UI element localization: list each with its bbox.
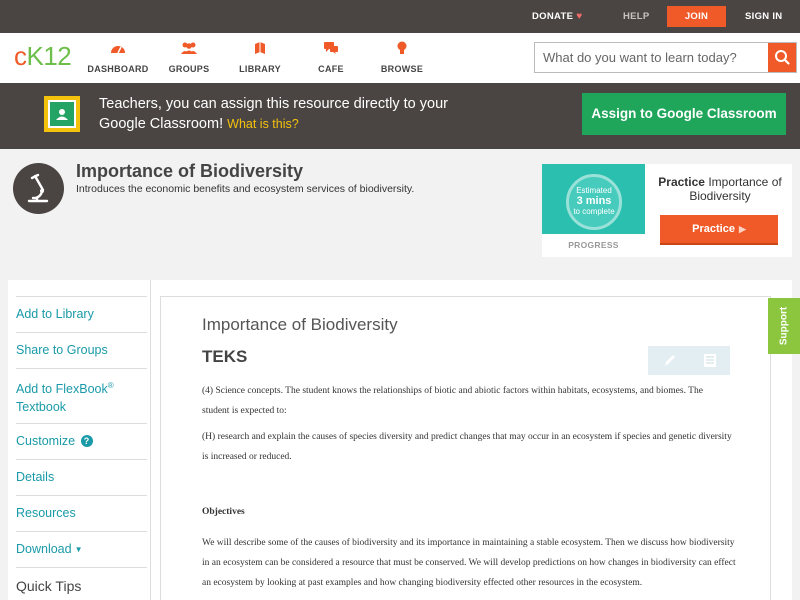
document-title: Importance of Biodiversity [202, 315, 398, 334]
teacher-message: Teachers, you can assign this resource d… [99, 96, 448, 132]
sidebar-divider [16, 296, 147, 297]
ck12-logo[interactable]: cK12 [14, 42, 72, 70]
groups-icon [181, 42, 197, 54]
teks-paragraph-4: (4) Science concepts. The student knows … [202, 386, 703, 416]
objectives-paragraph: We will describe some of the causes of b… [202, 538, 736, 588]
search-button[interactable] [768, 43, 796, 72]
progress-label: PROGRESS [568, 240, 619, 250]
practice-title: Practice Importance of Biodiversity [658, 175, 782, 203]
sign-in-link[interactable]: SIGN IN [745, 0, 782, 33]
google-classroom-icon [44, 96, 80, 132]
sidebar-item-download[interactable]: Download ▼ [16, 540, 147, 559]
quick-tips-heading[interactable]: Quick Tips [16, 577, 147, 595]
support-tab[interactable]: Support [768, 298, 800, 354]
practice-card: Estimated 3 mins to complete PROGRESS Pr… [542, 164, 792, 257]
sidebar-item-add-to-flexbook[interactable]: Add to FlexBook® Textbook [16, 377, 147, 416]
dashboard-icon [111, 46, 125, 54]
help-link[interactable]: HELP [623, 0, 650, 33]
chevron-right-icon: ▶ [738, 224, 746, 234]
assign-google-classroom-button[interactable]: Assign to Google Classroom [582, 93, 786, 135]
google-classroom-banner: Teachers, you can assign this resource d… [0, 83, 800, 149]
concept-title: Importance of Biodiversity [76, 161, 304, 181]
objectives-heading: Objectives [202, 507, 245, 517]
join-button[interactable]: JOIN [667, 6, 726, 27]
pencil-icon[interactable] [648, 346, 689, 375]
sidebar-divider [16, 495, 147, 496]
nav-cafe[interactable]: CAFE [295, 41, 367, 77]
annotation-toolbar [648, 346, 730, 375]
sidebar-divider [16, 332, 147, 333]
search-icon [775, 50, 790, 65]
sidebar-divider [16, 423, 147, 424]
sidebar: Add to Library Share to Groups Add to Fl… [8, 280, 150, 600]
sidebar-divider [16, 531, 147, 532]
microscope-icon [13, 163, 64, 214]
estimate-badge: Estimated 3 mins to complete [566, 174, 622, 230]
document-panel: Importance of Biodiversity TEKS (4) Scie… [160, 296, 771, 600]
library-icon [255, 42, 265, 54]
practice-button[interactable]: Practice ▶ [660, 215, 778, 245]
sidebar-item-add-to-library[interactable]: Add to Library [16, 305, 147, 323]
sidebar-divider [16, 368, 147, 369]
nav-library[interactable]: LIBRARY [224, 41, 296, 77]
notes-icon[interactable] [689, 346, 730, 375]
cafe-icon [324, 42, 338, 54]
main-header: cK12 DASHBOARD GROUPS LIBRARY CAFE BROWS… [0, 33, 800, 83]
top-bar: DONATE ♥ HELP JOIN SIGN IN [0, 0, 800, 33]
search-box [534, 42, 797, 73]
help-question-icon[interactable]: ? [80, 435, 93, 447]
caret-down-icon: ▼ [74, 545, 83, 554]
what-is-this-link[interactable]: What is this? [227, 117, 299, 131]
nav-groups[interactable]: GROUPS [153, 41, 225, 77]
teks-paragraph-h: (H) research and explain the causes of s… [202, 432, 732, 462]
teks-heading: TEKS [202, 347, 248, 366]
sidebar-item-customize[interactable]: Customize ? [16, 432, 147, 450]
sidebar-item-resources[interactable]: Resources [16, 504, 147, 522]
heart-icon: ♥ [576, 11, 583, 22]
donate-link[interactable]: DONATE ♥ [532, 0, 582, 33]
concept-description: Introduces the economic benefits and eco… [76, 183, 415, 195]
sidebar-item-details[interactable]: Details [16, 468, 147, 486]
browse-icon [397, 41, 407, 54]
nav-browse[interactable]: BROWSE [366, 41, 438, 77]
sidebar-divider [16, 567, 147, 568]
search-input[interactable] [535, 43, 769, 72]
progress-image: Estimated 3 mins to complete [542, 164, 645, 234]
nav-dashboard[interactable]: DASHBOARD [82, 41, 154, 77]
sidebar-divider [16, 459, 147, 460]
sidebar-item-share-to-groups[interactable]: Share to Groups [16, 341, 147, 359]
